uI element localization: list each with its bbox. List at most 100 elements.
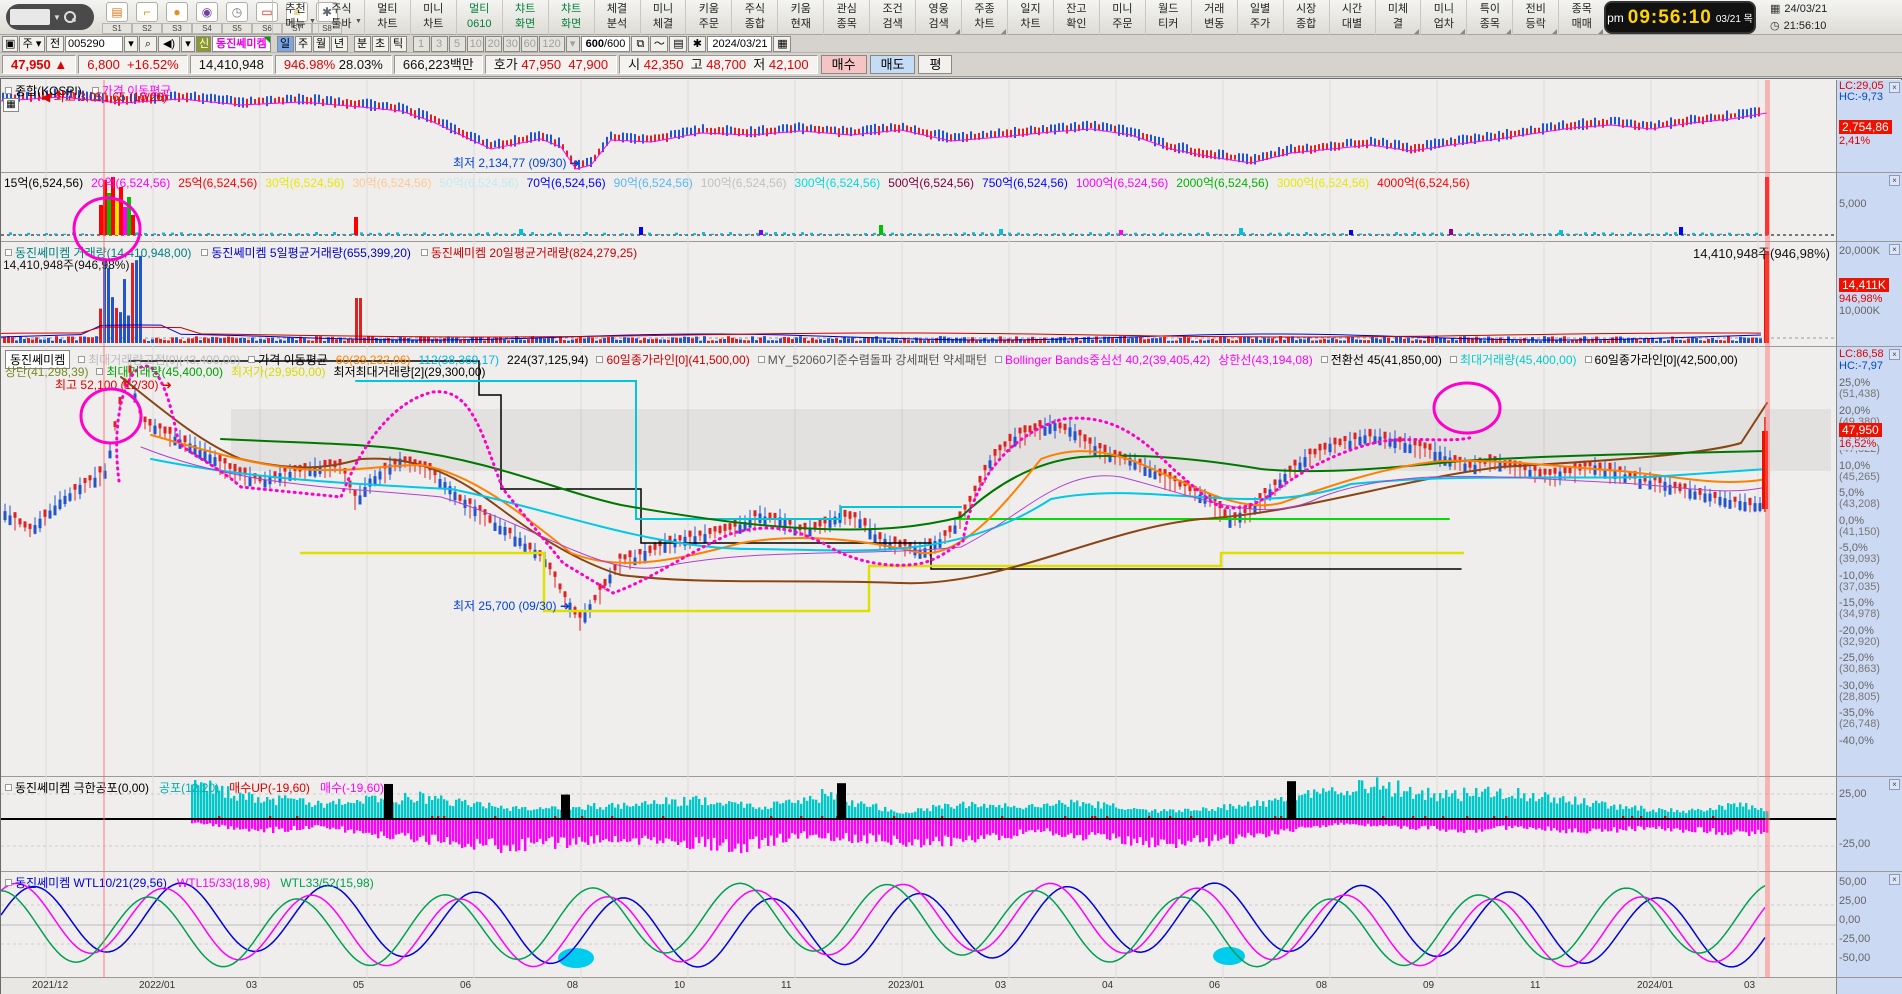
minute-button-10[interactable]: 10 <box>467 36 484 52</box>
screen-search-box[interactable]: ▼ <box>6 4 94 30</box>
period-button-주[interactable]: 주 <box>295 36 312 52</box>
menu-item-잔고확인[interactable]: 잔고확인 <box>1053 0 1099 35</box>
menu-item-일별주가[interactable]: 일별주가 <box>1237 0 1283 35</box>
pane-close-icon[interactable]: × <box>1889 244 1900 255</box>
time-axis[interactable]: 2021/122022/010305060810112023/010304060… <box>1 978 1836 994</box>
menu-item-미니차트[interactable]: 미니차트 <box>410 0 456 35</box>
chart-date[interactable]: 2024/03/21 <box>707 36 772 52</box>
kospi-pane[interactable]: 종합(KOSPI)가격 이동평균 ◀ 최고 3,051,65 (10/26) 최… <box>1 80 1836 173</box>
sell-button[interactable]: 매도 <box>870 55 916 74</box>
quick-slot-s4[interactable]: ◉S4 <box>192 2 222 34</box>
subperiod-button-초[interactable]: 초 <box>372 36 389 52</box>
quick-slot-s1[interactable]: ▤S1 <box>102 2 132 34</box>
volume-price-box: 14,411K <box>1839 278 1889 292</box>
menu-item-키움주문[interactable]: 키움주문 <box>685 0 731 35</box>
amount-pane[interactable]: 15억(6,524,56)20억(6,524,56)25억(6,524,56)3… <box>1 173 1836 242</box>
new-flag-badge: 신 <box>196 36 211 52</box>
mini-calendar-icon[interactable]: ▦ <box>3 98 19 112</box>
clock-display: pm 09:56:10 03/21 목 <box>1604 1 1756 34</box>
kospi-price-box: 2,754,86 <box>1839 120 1892 134</box>
pane-close-icon[interactable]: × <box>1889 779 1900 790</box>
arrow-right-icon: ➜ <box>162 378 172 392</box>
menu-item-미니주문[interactable]: 미니주문 <box>1099 0 1145 35</box>
add-candle-icon[interactable]: ⧉ <box>631 36 649 52</box>
stock-code-input[interactable] <box>65 36 123 52</box>
menu-item-미니업차[interactable]: 미니업차 <box>1420 0 1466 35</box>
code-search-icon[interactable]: ⌕ <box>139 36 157 52</box>
menu-item-키움현재[interactable]: 키움현재 <box>777 0 823 35</box>
subperiod-button-틱[interactable]: 틱 <box>390 36 407 52</box>
minute-button-5[interactable]: 5 <box>449 36 466 52</box>
menu-bar: 추천메뉴▼주식툴바▼멀티차트미니차트멀티0610챠트화면챠트화면체결분석미니체결… <box>272 0 1604 35</box>
quick-slot-s5[interactable]: ◷S5 <box>222 2 252 34</box>
legend-text: 최저최대거래량[2](29,300,00) <box>334 363 486 380</box>
period-button-월[interactable]: 월 <box>313 36 330 52</box>
subperiod-button-분[interactable]: 분 <box>354 36 371 52</box>
menu-item-주식종합[interactable]: 주식종합 <box>731 0 777 35</box>
save-chart-icon[interactable]: ▤ <box>669 36 687 52</box>
avg-button[interactable]: 평 <box>918 55 952 74</box>
fear-indicator-pane[interactable]: 동진쎄미켐 극한공포(0,00)공포(12,20)매수UP(-19,60)매수(… <box>1 777 1836 872</box>
minute-button-3[interactable]: 3 <box>431 36 448 52</box>
menu-item-챠트화면[interactable]: 챠트화면 <box>548 0 594 35</box>
chart-settings-icon[interactable]: ✱ <box>688 36 706 52</box>
menu-item-특이종목[interactable]: 특이종목 <box>1466 0 1512 35</box>
menu-item-관심종목[interactable]: 관심종목 <box>823 0 869 35</box>
speaker-dropdown[interactable]: ▾ <box>181 36 195 52</box>
slot-label: S2 <box>132 23 162 34</box>
menu-item-전비등락[interactable]: 전비등락 <box>1512 0 1558 35</box>
menu-item-미니체결[interactable]: 미니체결 <box>640 0 686 35</box>
buy-button[interactable]: 매수 <box>821 55 867 74</box>
pane-close-icon[interactable]: × <box>1889 874 1900 885</box>
pane-close-icon[interactable]: × <box>1889 349 1900 360</box>
menu-item-멀티차트[interactable]: 멀티차트 <box>364 0 410 35</box>
code-dropdown[interactable]: ▾ <box>124 36 138 52</box>
menu-item-미체결[interactable]: 미체결 <box>1375 0 1421 35</box>
menu-item-월드티커[interactable]: 월드티커 <box>1145 0 1191 35</box>
menu-item-조건검색[interactable]: 조건검색 <box>869 0 915 35</box>
legend-text: 70억(6,524,56) <box>527 174 606 191</box>
period-button-일[interactable]: 일 <box>277 36 294 52</box>
minute-button-60[interactable]: 60 <box>521 36 538 52</box>
period-select[interactable]: 주 ▾ <box>19 36 45 52</box>
minute-dropdown[interactable]: ▾ <box>566 36 580 52</box>
menu-item-종목매매[interactable]: 종목매매 <box>1558 0 1604 35</box>
menu-item-시장종합[interactable]: 시장종합 <box>1283 0 1329 35</box>
amount-axis-label: 5,000 <box>1839 199 1867 210</box>
minute-button-20[interactable]: 20 <box>485 36 502 52</box>
legend-chip-icon <box>995 356 1002 363</box>
prev-button[interactable]: 전 <box>46 36 64 52</box>
main-price-pane[interactable]: 동진쎄미켐최대거래량고점[0](43,400,00)가격 이동평균60(39,2… <box>1 347 1836 777</box>
menu-item-일지차트[interactable]: 일지차트 <box>1007 0 1053 35</box>
menu-item-영웅검색[interactable]: 영웅검색 <box>915 0 961 35</box>
minute-button-120[interactable]: 120 <box>539 36 565 52</box>
minute-button-1[interactable]: 1 <box>413 36 430 52</box>
menu-item-추천메뉴[interactable]: 추천메뉴▼ <box>272 0 318 35</box>
menu-item-거래변동[interactable]: 거래변동 <box>1191 0 1237 35</box>
quick-slot-s2[interactable]: ⌐S2 <box>132 2 162 34</box>
add-line-icon[interactable]: 〜 <box>650 36 668 52</box>
search-icon[interactable] <box>64 11 76 23</box>
screen-search-input[interactable] <box>10 9 50 25</box>
menu-item-챠트화면[interactable]: 챠트화면 <box>502 0 548 35</box>
menu-item-주식툴바[interactable]: 주식툴바▼ <box>318 0 364 35</box>
stock-name[interactable]: 동진쎄미켐 <box>212 36 271 52</box>
menu-item-시간대별[interactable]: 시간대별 <box>1329 0 1375 35</box>
period-button-년[interactable]: 년 <box>331 36 348 52</box>
wtl-axis-tick: 25,00 <box>1839 896 1867 907</box>
pane-close-icon[interactable]: × <box>1889 82 1900 93</box>
menu-item-체결분석[interactable]: 체결분석 <box>594 0 640 35</box>
menu-item-멀티0610[interactable]: 멀티0610 <box>456 0 502 35</box>
legend-chip-icon <box>5 87 12 94</box>
quick-slot-s3[interactable]: ●S3 <box>162 2 192 34</box>
speaker-icon[interactable]: ◀) <box>158 36 180 52</box>
date-calendar-icon[interactable]: ▦ <box>773 36 791 52</box>
wtl-indicator-pane[interactable]: 동진쎄미켐 WTL10/21(29,56)WTL15/33(18,98)WTL3… <box>1 872 1836 978</box>
chevron-down-icon[interactable]: ▼ <box>53 13 61 22</box>
legend-text: 동진쎄미켐 5일평균거래량(655,399,20) <box>211 244 411 261</box>
minute-button-30[interactable]: 30 <box>503 36 520 52</box>
menu-item-주종차트[interactable]: 주종차트 <box>961 0 1007 35</box>
volume-pane[interactable]: 동진쎄미켐 거래량(14,410,948,00)동진쎄미켐 5일평균거래량(65… <box>1 242 1836 347</box>
pane-close-icon[interactable]: × <box>1889 175 1900 186</box>
window-icon[interactable]: ▣ <box>2 36 18 52</box>
